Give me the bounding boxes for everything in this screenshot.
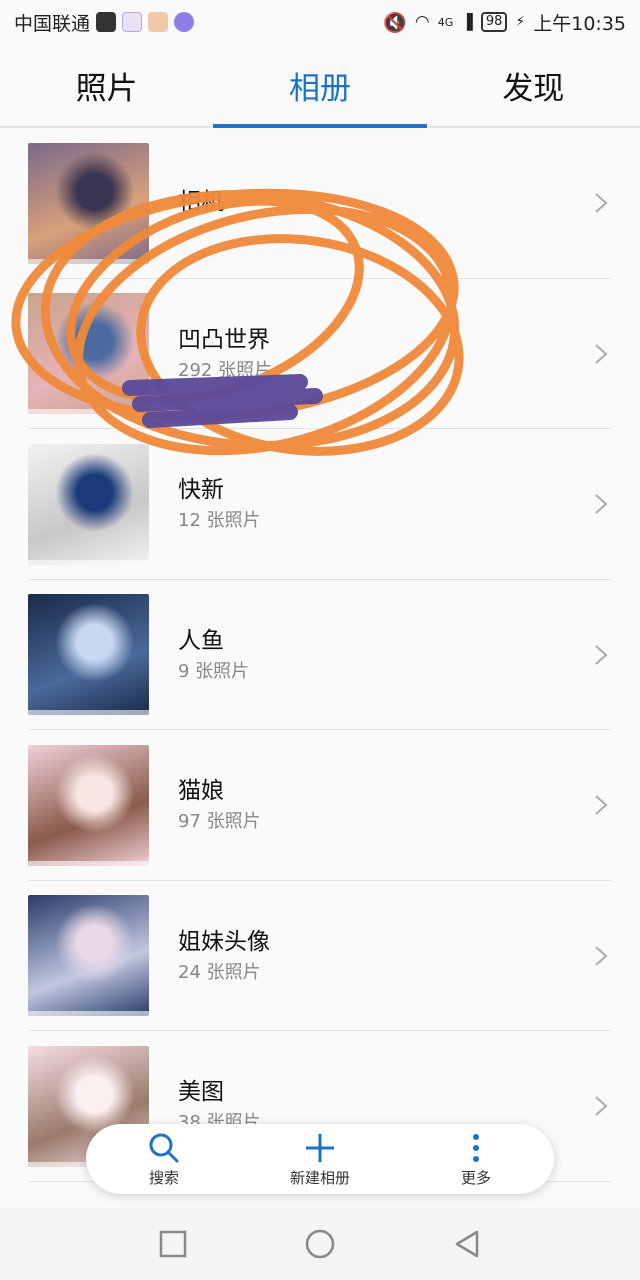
chevron-right-icon <box>595 494 608 514</box>
back-button[interactable] <box>437 1214 497 1274</box>
tab-albums[interactable]: 相册 <box>213 44 427 128</box>
new-album-label: 新建相册 <box>289 1168 350 1187</box>
album-action-bar: 搜索 新建相册 更多 <box>86 1124 554 1194</box>
tab-photos[interactable]: 照片 <box>0 44 213 126</box>
more-button[interactable]: 更多 <box>398 1124 554 1194</box>
album-name: 美图 <box>178 1079 224 1106</box>
search-button[interactable]: 搜索 <box>86 1124 242 1194</box>
app-notification-icon <box>96 12 117 32</box>
music-icon <box>174 12 195 32</box>
tab-discover[interactable]: 发现 <box>427 44 640 126</box>
album-row[interactable]: 人鱼 9 张照片 <box>0 580 640 731</box>
mute-icon: 🔇 <box>383 11 407 34</box>
battery-indicator: 98 <box>480 12 508 32</box>
album-count: 9 张照片 <box>178 660 250 682</box>
album-count: 12 张照片 <box>178 510 261 532</box>
search-label: 搜索 <box>148 1168 179 1187</box>
chevron-right-icon <box>595 645 608 665</box>
square-icon <box>160 1230 187 1258</box>
album-row[interactable]: 凹凸世界 292 张照片 <box>0 279 640 430</box>
album-name: 猫娘 <box>178 778 224 805</box>
recents-button[interactable] <box>143 1214 203 1274</box>
more-vertical-icon <box>473 1133 479 1162</box>
album-list: 相机 凹凸世界 292 张照片 快新 12 张照片 人鱼 9 张照片 猫娘 97 <box>0 128 640 1182</box>
album-name: 人鱼 <box>178 627 224 654</box>
chevron-right-icon <box>595 1096 608 1116</box>
album-name: 姐妹头像 <box>178 928 270 955</box>
album-thumbnail <box>28 443 149 565</box>
status-bar: 中国联通 🔇 ◠ 4G ▐ 98 ⚡ 上午10:35 <box>0 0 640 44</box>
time-label: 上午10:35 <box>533 12 626 35</box>
carrier-label: 中国联通 <box>14 12 91 35</box>
navigation-bar <box>0 1208 640 1280</box>
search-icon <box>149 1133 179 1162</box>
wifi-icon: ◠ <box>414 12 430 32</box>
chevron-right-icon <box>595 795 608 815</box>
chevron-right-icon <box>595 193 608 213</box>
album-thumbnail <box>28 142 149 264</box>
album-name: 凹凸世界 <box>178 326 270 353</box>
album-row[interactable]: 相机 <box>0 128 640 279</box>
home-button[interactable] <box>290 1214 350 1274</box>
album-thumbnail <box>28 594 149 716</box>
tab-bar: 照片 相册 发现 <box>0 44 640 128</box>
album-count: 97 张照片 <box>178 811 261 833</box>
album-thumbnail <box>28 744 149 866</box>
album-thumbnail <box>28 895 149 1017</box>
album-name: 相机 <box>178 189 224 216</box>
album-count: 292 张照片 <box>178 359 273 381</box>
more-label: 更多 <box>460 1168 491 1187</box>
album-row[interactable]: 姐妹头像 24 张照片 <box>0 881 640 1032</box>
charging-icon: ⚡ <box>515 14 526 30</box>
message-icon <box>148 12 169 32</box>
back-triangle-icon <box>455 1230 478 1258</box>
album-row[interactable]: 猫娘 97 张照片 <box>0 730 640 881</box>
album-thumbnail <box>28 293 149 415</box>
network-type-label: 4G <box>437 15 454 29</box>
plus-icon <box>306 1133 334 1162</box>
app-notification-icon <box>122 12 143 32</box>
new-album-button[interactable]: 新建相册 <box>242 1124 398 1194</box>
circle-icon <box>305 1229 335 1259</box>
album-name: 快新 <box>178 477 224 504</box>
signal-icon: ▐ <box>461 13 473 31</box>
chevron-right-icon <box>595 946 608 966</box>
album-count: 24 张照片 <box>178 961 261 983</box>
album-row[interactable]: 快新 12 张照片 <box>0 429 640 580</box>
chevron-right-icon <box>595 344 608 364</box>
